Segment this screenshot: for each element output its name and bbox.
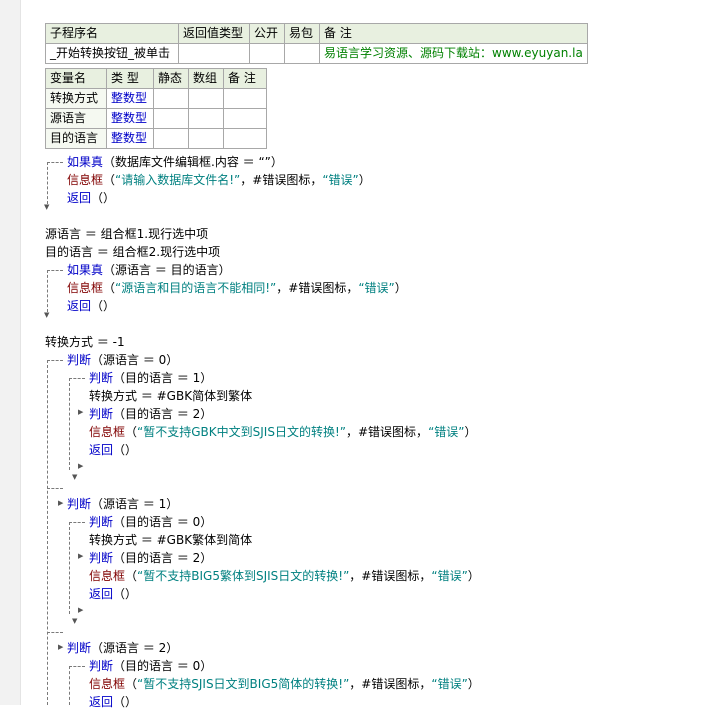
code-line[interactable]: 判断（目的语言 ＝ 2）: [89, 549, 212, 567]
var-name[interactable]: 源语言: [45, 108, 107, 129]
var-remark[interactable]: [223, 128, 267, 149]
subroutine-public[interactable]: [249, 43, 285, 64]
code-line[interactable]: 信息框（“暂不支持SJIS日文到BIG5简体的转换!”，#错误图标，“错误”）: [89, 675, 480, 693]
col-var-name: 变量名: [45, 68, 107, 89]
col-static: 静态: [153, 68, 189, 89]
table-row[interactable]: 转换方式 整数型: [45, 88, 267, 109]
table-row[interactable]: 源语言 整数型: [45, 108, 267, 129]
var-remark[interactable]: [223, 108, 267, 129]
code-line[interactable]: 如果真（数据库文件编辑框.内容 ＝ “”）: [67, 153, 283, 171]
col-return-type: 返回值类型: [178, 23, 250, 44]
var-type[interactable]: 整数型: [106, 88, 154, 109]
var-type[interactable]: 整数型: [106, 108, 154, 129]
var-static[interactable]: [153, 128, 189, 149]
variable-table: 变量名 类 型 静态 数组 备 注 转换方式 整数型 源语言 整数型 目的语言 …: [45, 68, 267, 149]
var-type[interactable]: 整数型: [106, 128, 154, 149]
code-line[interactable]: 判断（目的语言 ＝ 1）: [89, 369, 212, 387]
code-line[interactable]: 信息框（“源语言和目的语言不能相同!”，#错误图标，“错误”）: [67, 279, 407, 297]
code-line[interactable]: 判断（源语言 ＝ 2）: [67, 639, 178, 657]
col-remark: 备 注: [319, 23, 588, 44]
code-line[interactable]: 信息框（“请输入数据库文件名!”，#错误图标，“错误”）: [67, 171, 371, 189]
var-array[interactable]: [188, 88, 224, 109]
var-array[interactable]: [188, 108, 224, 129]
code-line[interactable]: 判断（源语言 ＝ 1）: [67, 495, 178, 513]
code-line[interactable]: 目的语言 ＝ 组合框2.现行选中项: [45, 243, 220, 261]
code-line[interactable]: 返回（）: [89, 585, 137, 603]
var-static[interactable]: [153, 108, 189, 129]
code-line[interactable]: 信息框（“暂不支持GBK中文到SJIS日文的转换!”，#错误图标，“错误”）: [89, 423, 477, 441]
code-line[interactable]: 判断（目的语言 ＝ 2）: [89, 405, 212, 423]
code-line[interactable]: 返回（）: [89, 441, 137, 459]
code-line[interactable]: 转换方式 ＝ -1: [45, 333, 125, 351]
subroutine-table: 子程序名 返回值类型 公开 易包 备 注 _开始转换按钮_被单击 易语言学习资源…: [45, 23, 588, 64]
subroutine-package[interactable]: [284, 43, 320, 64]
var-name[interactable]: 目的语言: [45, 128, 107, 149]
code-line[interactable]: 转换方式 ＝ #GBK繁体到简体: [89, 531, 252, 549]
var-static[interactable]: [153, 88, 189, 109]
code-line[interactable]: 判断（目的语言 ＝ 0）: [89, 513, 212, 531]
col-var-remark: 备 注: [223, 68, 267, 89]
code-line[interactable]: 返回（）: [67, 189, 115, 207]
var-remark[interactable]: [223, 88, 267, 109]
code-line[interactable]: 转换方式 ＝ #GBK简体到繁体: [89, 387, 252, 405]
code-line[interactable]: 判断（源语言 ＝ 0）: [67, 351, 178, 369]
code-line[interactable]: 返回（）: [89, 693, 137, 711]
code-line[interactable]: 如果真（源语言 ＝ 目的语言）: [67, 261, 231, 279]
code-line[interactable]: 信息框（“暂不支持BIG5繁体到SJIS日文的转换!”，#错误图标，“错误”）: [89, 567, 480, 585]
subroutine-name[interactable]: _开始转换按钮_被单击: [45, 43, 179, 64]
col-sub-name: 子程序名: [45, 23, 179, 44]
col-array: 数组: [188, 68, 224, 89]
code-line[interactable]: 源语言 ＝ 组合框1.现行选中项: [45, 225, 208, 243]
subroutine-remark[interactable]: 易语言学习资源、源码下载站：www.eyuyan.la: [319, 43, 588, 64]
subroutine-return-type[interactable]: [178, 43, 250, 64]
var-name[interactable]: 转换方式: [45, 88, 107, 109]
table-row[interactable]: 目的语言 整数型: [45, 128, 267, 149]
var-array[interactable]: [188, 128, 224, 149]
code-line[interactable]: 返回（）: [67, 297, 115, 315]
col-public: 公开: [249, 23, 285, 44]
col-var-type: 类 型: [106, 68, 154, 89]
col-package: 易包: [284, 23, 320, 44]
editor-gutter: [0, 0, 21, 705]
code-line[interactable]: 判断（目的语言 ＝ 0）: [89, 657, 212, 675]
